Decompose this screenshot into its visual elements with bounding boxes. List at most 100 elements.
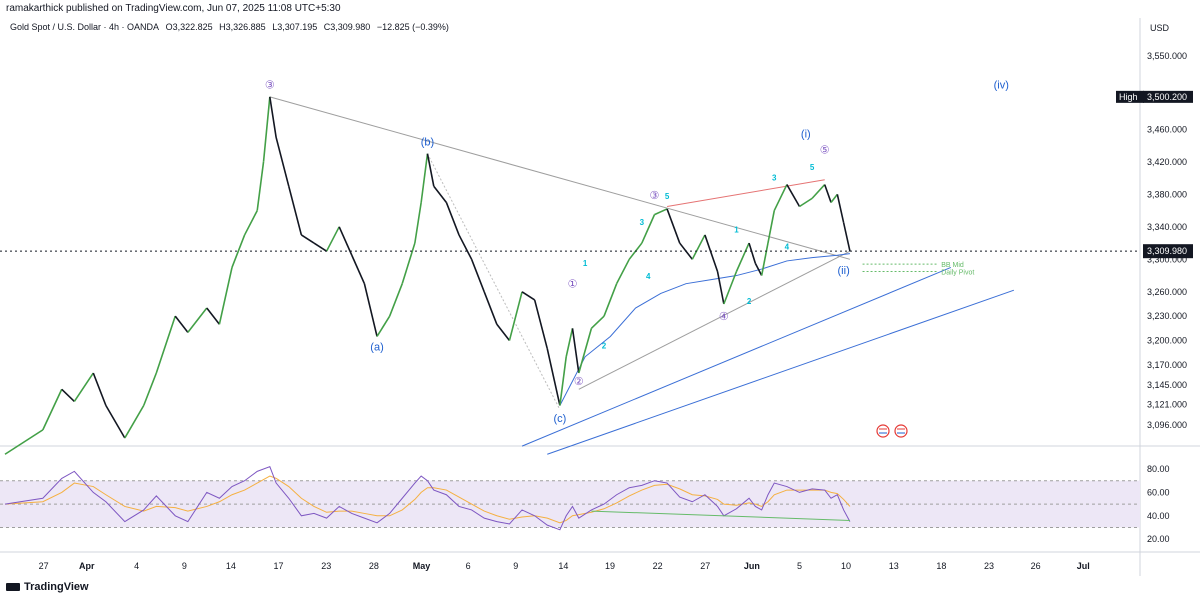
rsi-y-tick-label: 60.00 [1147,487,1170,497]
wave-label: ② [574,376,584,388]
bc-dotted-line [427,153,561,410]
x-tick-label: 28 [369,561,379,571]
y-tick-label: 3,170.000 [1147,360,1187,370]
price-segment [823,184,832,203]
price-segment [445,202,460,236]
x-tick-label: 22 [653,561,663,571]
x-tick-label: 14 [226,561,236,571]
y-tick-label: 3,096.000 [1147,420,1187,430]
price-segment [836,194,845,223]
wave-label: (a) [370,341,383,353]
price-segment [142,372,158,406]
chart-canvas[interactable]: USD3,550.0003,500.0003,460.0003,420.0003… [0,0,1200,598]
y-tick-label: 3,230.000 [1147,311,1187,321]
wave-label: (i) [801,128,811,140]
x-tick-label: 6 [466,561,471,571]
wave-label: (b) [421,137,434,149]
x-tick-label: 9 [513,561,518,571]
price-segment [735,242,750,272]
price-segment [243,210,258,236]
price-segment [773,184,788,211]
price-segment [691,234,706,260]
us-event-flag-icon[interactable] [894,424,908,438]
price-segment [716,271,725,305]
price-segment [483,291,498,325]
us-event-flag-icon[interactable] [876,424,890,438]
price-segment [666,208,681,244]
price-segment [61,388,75,403]
price-segment [206,307,221,325]
high-value-text: 3,500.200 [1147,92,1187,102]
x-tick-label: 5 [797,561,802,571]
price-segment [42,388,63,431]
price-segment [363,283,378,337]
wave-label: 4 [785,243,790,252]
daily-pivot-label: Daily Pivot [941,269,974,276]
red-trend-line[interactable] [666,179,825,208]
x-tick-label: 23 [321,561,331,571]
x-tick-label: 10 [841,561,851,571]
rsi-y-tick-label: 20.00 [1147,534,1170,544]
y-tick-label: 3,145.000 [1147,380,1187,390]
price-segment [174,315,189,333]
wave-label: ④ [719,311,729,323]
wave-label: ③ [265,80,275,92]
wave-label: (iv) [994,80,1009,92]
footer-bar: TradingView [0,576,1200,598]
price-segment [105,405,126,439]
x-tick-label: 17 [274,561,284,571]
x-tick-label: 14 [558,561,568,571]
price-segment [376,315,391,337]
wave-label: ③ [650,190,660,202]
rsi-y-tick-label: 40.00 [1147,511,1170,521]
y-tick-label: 3,121.000 [1147,400,1187,410]
moving-average-line [559,253,851,406]
high-label-text: High [1119,92,1138,102]
price-segment [414,202,422,244]
price-segment [654,208,668,216]
price-segment [508,291,523,341]
x-tick-label: 18 [936,561,946,571]
x-tick-label: 9 [182,561,187,571]
y-tick-label: 3,460.000 [1147,124,1187,134]
price-segment [521,291,536,301]
blue-channel-lower[interactable] [547,289,1015,455]
price-segment [231,234,246,268]
price-segment [420,153,429,203]
price-segment [269,96,277,138]
tv-logo-icon [6,583,20,592]
triangle-lower-line[interactable] [578,250,851,390]
price-segment [4,429,44,455]
x-tick-label: Jul [1077,561,1090,571]
price-segment [590,315,605,329]
price-segment [262,96,271,162]
price-segment [458,234,473,260]
x-tick-label: 19 [605,561,615,571]
x-tick-label: Apr [79,561,95,571]
wave-label: ⑤ [820,145,830,157]
price-segment [73,372,94,402]
price-segment [401,242,416,284]
price-segment [218,267,233,325]
price-segment [603,283,618,317]
x-tick-label: Jun [744,561,760,571]
price-segment [351,254,366,284]
y-tick-label: 3,420.000 [1147,157,1187,167]
last-price-value: 3,309.980 [1147,246,1187,256]
price-segment [256,161,265,211]
y-tick-label: 3,380.000 [1147,189,1187,199]
wave-label: 2 [602,342,607,351]
blue-channel-upper[interactable] [521,266,952,447]
price-segment [615,258,630,285]
x-tick-label: 4 [134,561,139,571]
wave-label: ① [568,279,578,291]
price-segment [704,234,719,272]
price-segment [92,372,107,406]
x-tick-label: 27 [39,561,49,571]
tradingview-logo[interactable]: TradingView [6,581,89,593]
x-tick-label: 26 [1031,561,1041,571]
triangle-upper-line[interactable] [269,96,851,260]
price-segment [433,185,448,203]
price-segment [565,328,574,357]
price-segment [786,184,801,207]
